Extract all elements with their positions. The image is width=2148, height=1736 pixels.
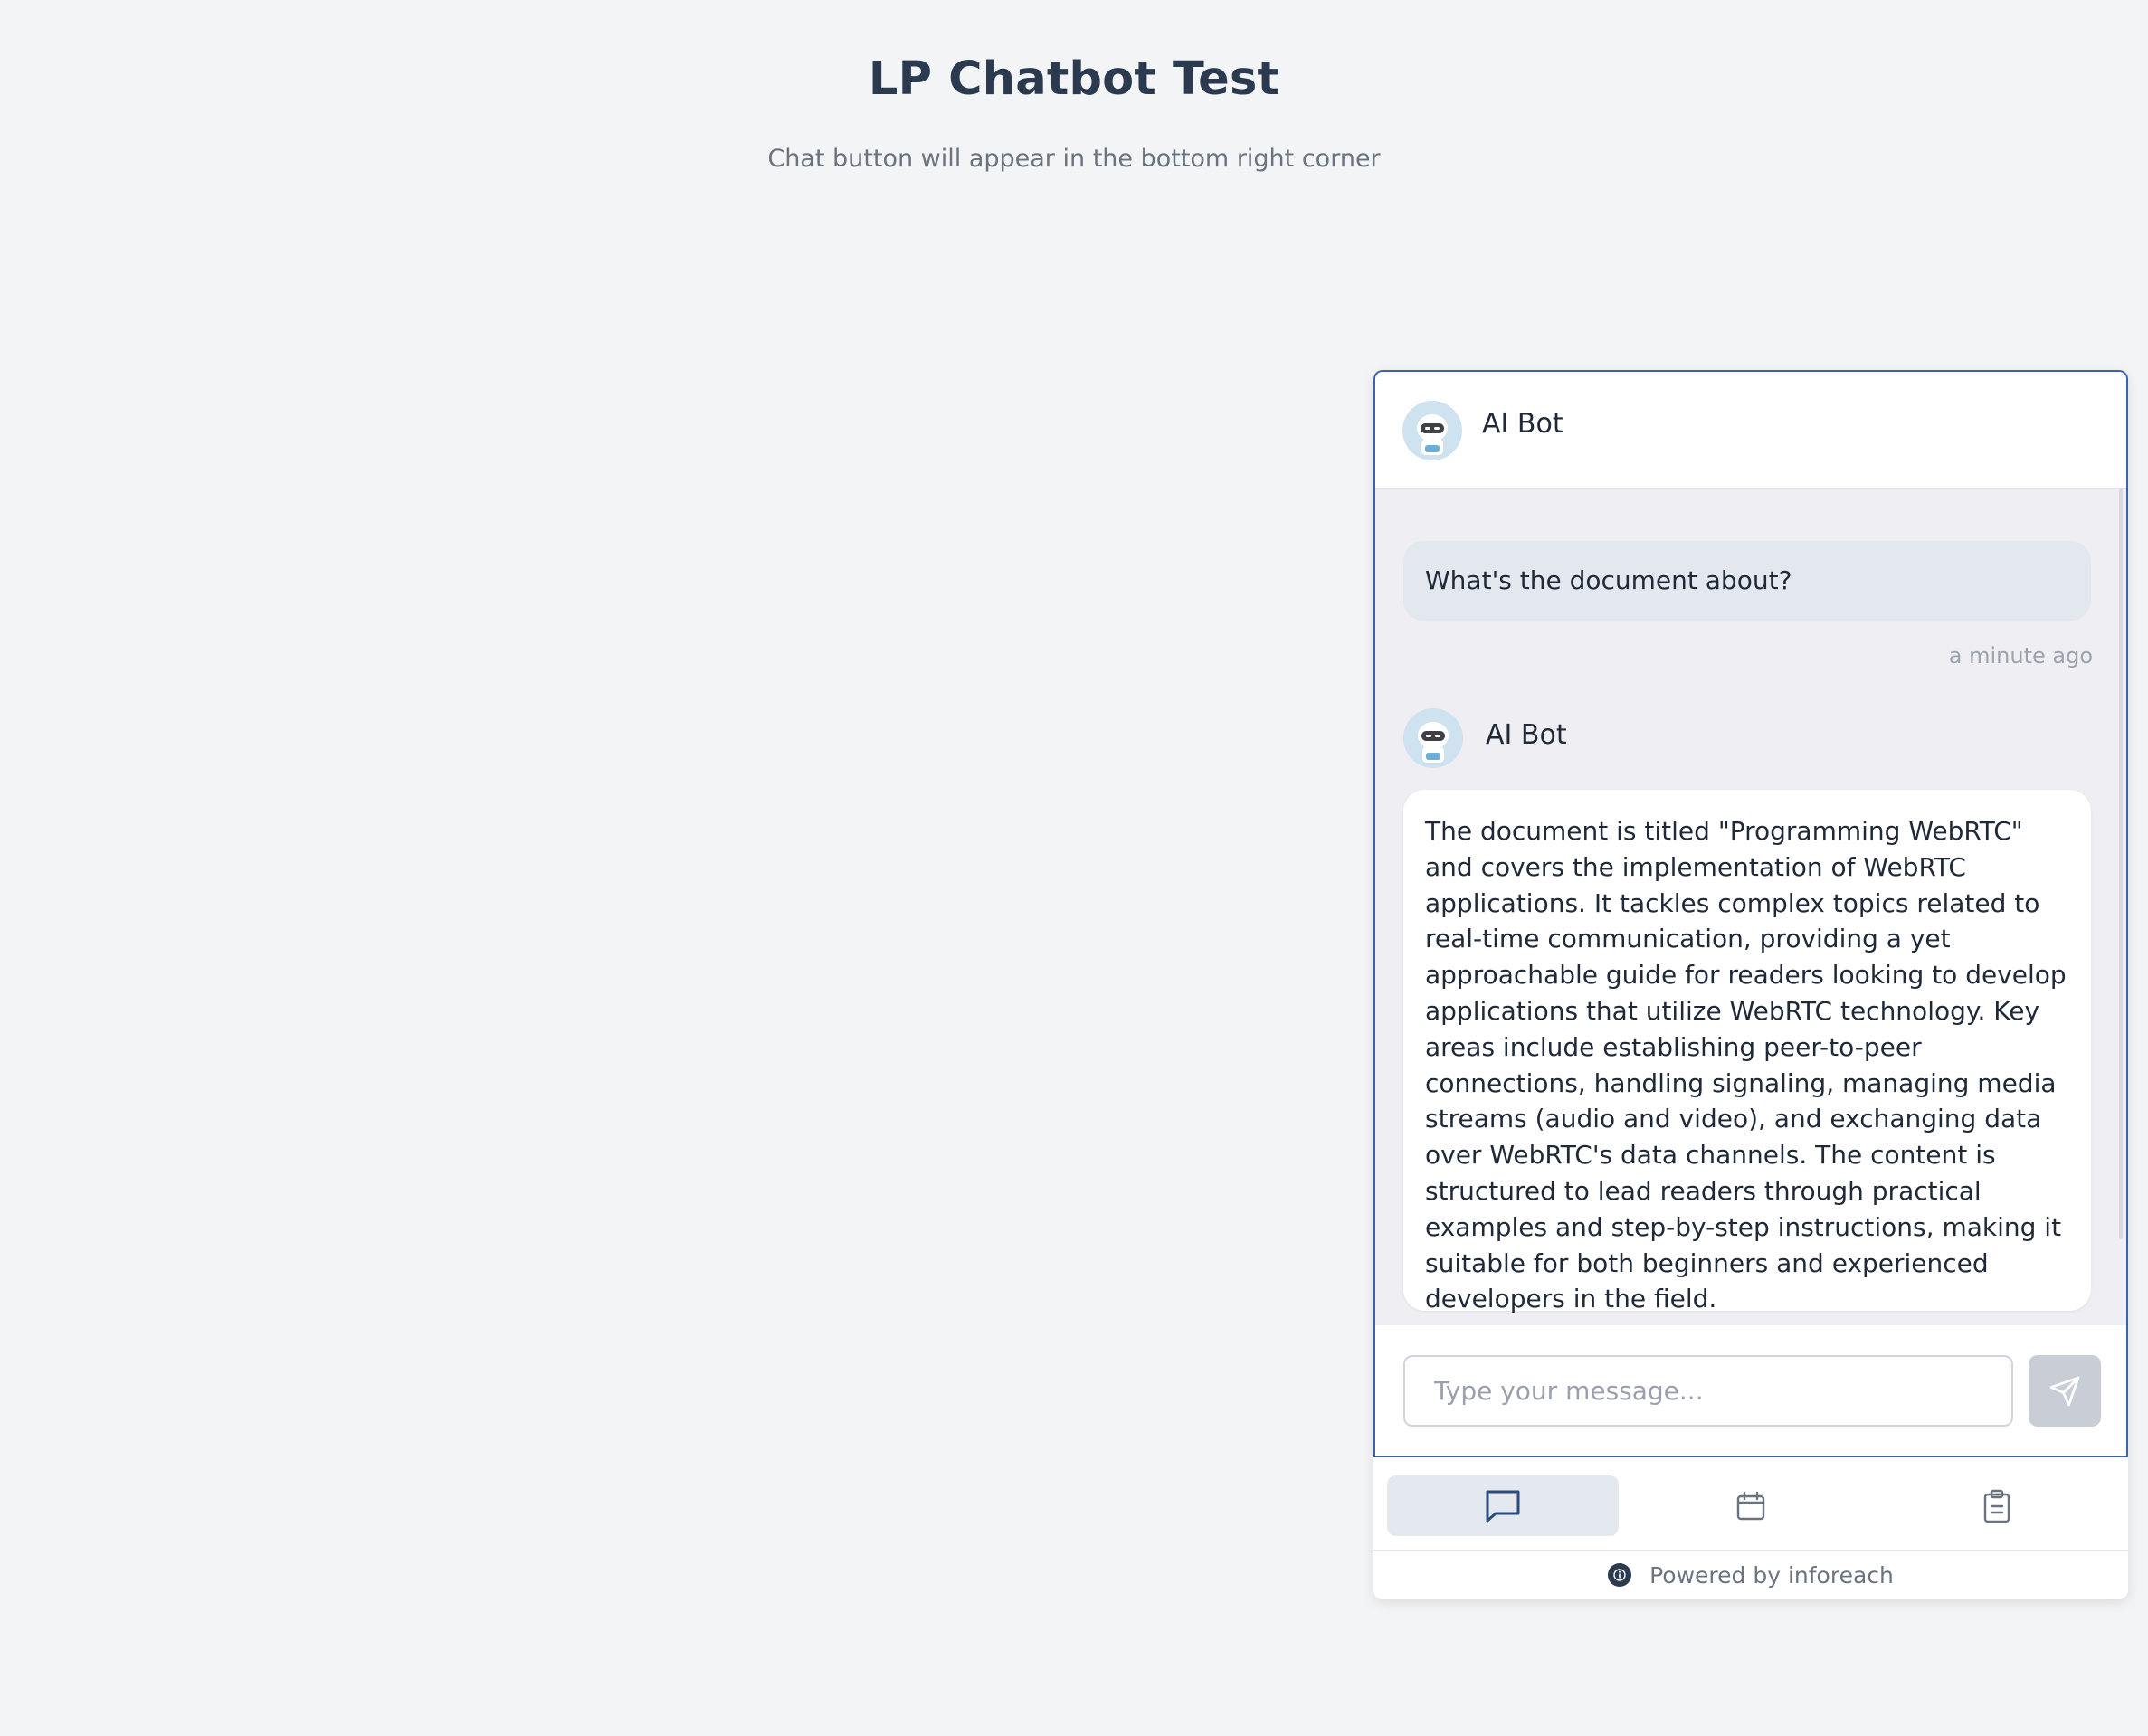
bot-name-header: AI Bot [1482,408,1563,440]
send-icon [2049,1376,2080,1406]
robot-avatar-icon [1402,401,1462,460]
send-button[interactable] [2029,1355,2101,1427]
message-input[interactable] [1403,1355,2013,1427]
chat-bubble-icon [1486,1490,1520,1522]
message-timestamp: a minute ago [1948,643,2093,669]
bot-message-sender: AI Bot [1486,719,1567,751]
bottom-tab-bar [1373,1456,2128,1551]
inforeach-logo-icon [1608,1563,1632,1587]
robot-avatar-icon [1403,708,1463,768]
message-composer [1375,1326,2126,1456]
powered-by-footer: Powered by inforeach [1373,1551,2128,1599]
tab-chat[interactable] [1387,1475,1619,1536]
calendar-icon [1736,1491,1765,1520]
powered-by-text[interactable]: Powered by inforeach [1649,1562,1894,1589]
chat-widget: AI Bot What's the document about? a minu… [1373,370,2128,1599]
bot-message-bubble: The document is titled "Programming WebR… [1403,790,2091,1314]
chat-header: AI Bot [1375,372,2126,489]
page-subtitle: Chat button will appear in the bottom ri… [767,145,1381,173]
message-scrollbar[interactable] [2119,489,2123,1239]
tab-calendar[interactable] [1635,1475,1867,1536]
chat-window: AI Bot What's the document about? a minu… [1373,370,2128,1457]
page-title: LP Chatbot Test [868,52,1280,106]
user-message-bubble: What's the document about? [1403,541,2091,621]
tab-clipboard[interactable] [1881,1475,2113,1536]
clipboard-icon [1983,1489,2010,1523]
